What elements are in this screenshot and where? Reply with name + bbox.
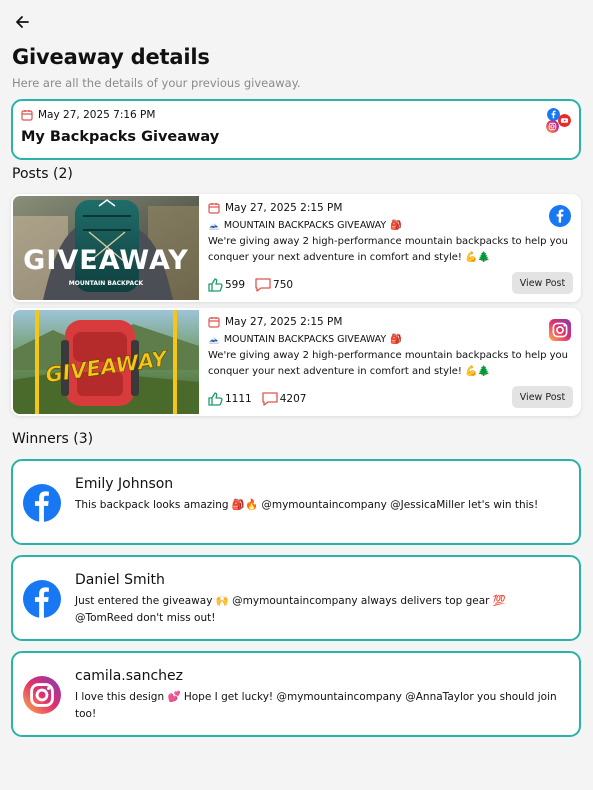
instagram-icon: [549, 319, 571, 341]
view-post-button[interactable]: View Post: [512, 386, 573, 408]
winner-card: camila.sanchez I love this design 💕 Hope…: [11, 651, 581, 737]
comments-count: 4207: [279, 393, 307, 405]
view-post-button[interactable]: View Post: [512, 272, 573, 294]
backpack-emoji: 🎒: [390, 220, 403, 231]
facebook-icon: [23, 580, 61, 618]
back-button[interactable]: [10, 10, 34, 34]
post-date: May 27, 2025 2:15 PM: [225, 202, 343, 214]
winner-comment: I love this design 💕 Hope I get lucky! @…: [75, 691, 557, 720]
comments-count: 750: [273, 279, 294, 291]
post-heading-row: 🗻 MOUNTAIN BACKPACKS GIVEAWAY 🎒: [208, 334, 573, 345]
post-content: May 27, 2025 2:15 PM 🗻 MOUNTAIN BACKPACK…: [208, 316, 573, 408]
giveaway-image: GIVEAWAY MOUNTAIN BACKPACK: [13, 196, 199, 300]
mountain-emoji: 🗻: [208, 334, 220, 345]
comment-icon: [255, 278, 271, 292]
emoji-flex-tree: 💪🌲: [465, 365, 491, 377]
post-description: We're giving away 2 high-performance mou…: [208, 350, 568, 377]
winner-card: Emily Johnson This backpack looks amazin…: [11, 459, 581, 545]
instagram-icon: [23, 676, 61, 714]
calendar-icon: [21, 110, 33, 121]
thumb-subtitle: MOUNTAIN BACKPACK: [69, 280, 144, 287]
post-date-row: May 27, 2025 2:15 PM: [208, 202, 573, 214]
backpack-emoji: 🎒: [390, 334, 403, 345]
likes-stat: 1111: [208, 392, 252, 406]
post-card: GIVEAWAY MOUNTAIN BACKPACK May 27, 2025 …: [11, 194, 581, 302]
instagram-icon: [546, 120, 559, 133]
emoji-flex-tree: 💪🌲: [465, 251, 491, 263]
comments-stat: 750: [255, 278, 293, 292]
youtube-icon: [558, 114, 571, 127]
giveaway-name: My Backpacks Giveaway: [21, 129, 220, 145]
facebook-icon: [23, 484, 61, 522]
post-description: We're giving away 2 high-performance mou…: [208, 236, 568, 263]
facebook-icon: [549, 205, 571, 227]
post-description-row: We're giving away 2 high-performance mou…: [208, 348, 570, 379]
giveaway-image: GIVEAWAY: [13, 310, 199, 414]
post-heading: MOUNTAIN BACKPACKS GIVEAWAY: [223, 220, 387, 231]
post-thumbnail[interactable]: GIVEAWAY: [13, 310, 199, 414]
post-date: May 27, 2025 2:15 PM: [225, 316, 343, 328]
winners-section-title: Winners (3): [12, 431, 94, 447]
thumbs-up-icon: [208, 278, 223, 292]
post-description-row: We're giving away 2 high-performance mou…: [208, 234, 570, 265]
post-heading-row: 🗻 MOUNTAIN BACKPACKS GIVEAWAY 🎒: [208, 220, 573, 231]
winner-name: Emily Johnson: [75, 476, 174, 492]
summary-date: May 27, 2025 7:16 PM: [38, 109, 156, 121]
winner-name: camila.sanchez: [75, 668, 184, 684]
comment-icon: [262, 392, 278, 406]
post-heading: MOUNTAIN BACKPACKS GIVEAWAY: [223, 334, 387, 345]
likes-count: 1111: [225, 393, 252, 405]
calendar-icon: [208, 203, 220, 214]
winner-name: Daniel Smith: [75, 572, 165, 588]
thumbs-up-icon: [208, 392, 223, 406]
platform-icons: [545, 108, 571, 134]
winner-comment: This backpack looks amazing 🎒🔥 @mymounta…: [75, 499, 539, 511]
summary-date-row: May 27, 2025 7:16 PM: [21, 109, 155, 121]
post-card: GIVEAWAY May 27, 2025 2:15 PM 🗻 MOUNTAIN…: [11, 308, 581, 416]
page-subtitle: Here are all the details of your previou…: [12, 76, 301, 90]
posts-section-title: Posts (2): [12, 166, 73, 182]
post-date-row: May 27, 2025 2:15 PM: [208, 316, 573, 328]
thumb-title: GIVEAWAY: [23, 245, 189, 276]
winner-comment: Just entered the giveaway 🙌 @mymountainc…: [75, 595, 506, 624]
post-thumbnail[interactable]: GIVEAWAY MOUNTAIN BACKPACK: [13, 196, 199, 300]
post-content: May 27, 2025 2:15 PM 🗻 MOUNTAIN BACKPACK…: [208, 202, 573, 294]
winner-card: Daniel Smith Just entered the giveaway 🙌…: [11, 555, 581, 641]
calendar-icon: [208, 317, 220, 328]
likes-stat: 599: [208, 278, 245, 292]
post-stats: 599 750: [208, 278, 293, 292]
comments-stat: 4207: [262, 392, 307, 406]
post-stats: 1111 4207: [208, 392, 306, 406]
page-title: Giveaway details: [12, 45, 210, 69]
arrow-left-icon: [16, 16, 29, 28]
giveaway-summary-card: May 27, 2025 7:16 PM My Backpacks Giveaw…: [11, 99, 581, 160]
likes-count: 599: [225, 279, 246, 291]
mountain-emoji: 🗻: [208, 220, 220, 231]
